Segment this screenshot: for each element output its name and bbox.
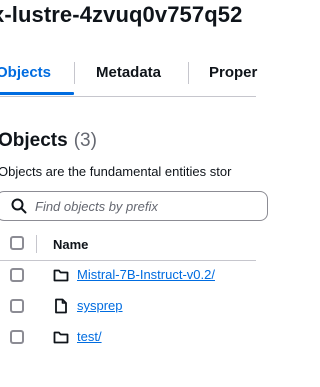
section-title: Objects (3) <box>0 130 97 152</box>
file-icon <box>55 298 67 314</box>
row-checkbox[interactable] <box>10 330 24 344</box>
search-icon <box>11 198 27 214</box>
folder-icon <box>53 269 69 282</box>
table-row: sysprep <box>0 291 256 322</box>
row-checkbox[interactable] <box>10 268 24 282</box>
table-header: Name <box>0 228 256 261</box>
section-title-text: Objects <box>0 130 68 151</box>
column-divider <box>36 235 37 253</box>
bucket-title: x-lustre-4zvuq0v757q52 <box>0 2 243 27</box>
active-tab-indicator <box>0 92 74 95</box>
tab-objects[interactable]: Objects <box>0 64 51 81</box>
tab-divider <box>188 62 189 84</box>
select-all-checkbox[interactable] <box>10 236 24 250</box>
object-count: (3) <box>73 130 97 151</box>
tab-properties[interactable]: Proper <box>209 64 257 81</box>
tab-metadata[interactable]: Metadata <box>96 64 161 81</box>
table-row: test/ <box>0 322 256 353</box>
search-box[interactable] <box>0 191 268 221</box>
section-description: Objects are the fundamental entities sto… <box>0 164 232 179</box>
object-link[interactable]: Mistral-7B-Instruct-v0.2/ <box>77 267 215 282</box>
object-link[interactable]: sysprep <box>77 298 123 313</box>
table-row: Mistral-7B-Instruct-v0.2/ <box>0 260 256 291</box>
folder-icon <box>53 331 69 344</box>
search-input[interactable] <box>35 196 255 216</box>
column-header-name[interactable]: Name <box>53 237 88 252</box>
row-checkbox[interactable] <box>10 299 24 313</box>
tab-divider <box>74 62 75 84</box>
tab-bar: Objects Metadata Proper <box>0 52 257 97</box>
object-link[interactable]: test/ <box>77 329 102 344</box>
